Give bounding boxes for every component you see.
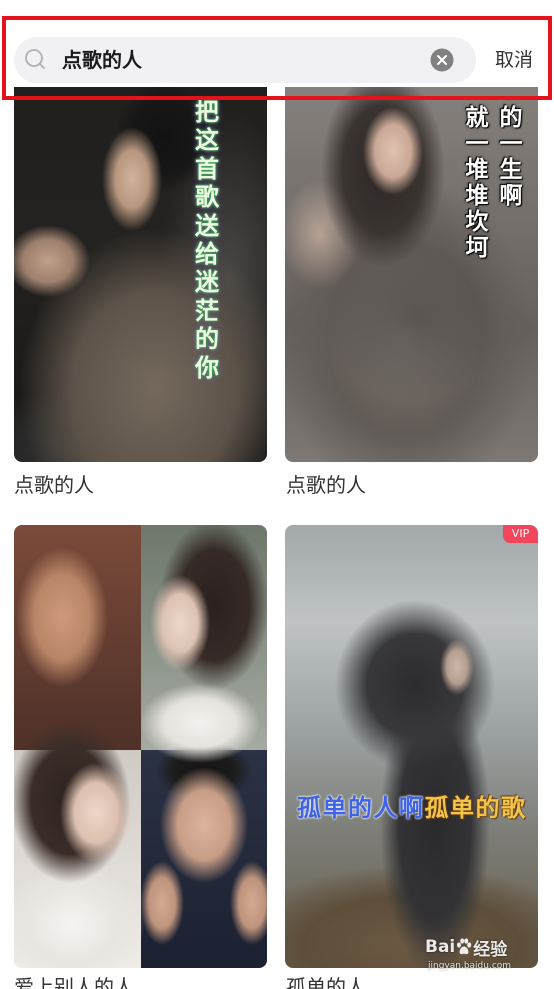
watermark-url: jingyan.baidu.com [428, 961, 512, 971]
search-results-page: 点歌的人 取消 把这首歌送给迷茫的你 点歌的人 就一堆堆坎坷 的一生啊 点歌的人… [0, 0, 554, 989]
baidu-jingyan-watermark: Bai 经验 jingyan.baidu.com [425, 936, 527, 973]
result-card[interactable]: 爱上别人的人 [14, 525, 267, 989]
result-title[interactable]: 点歌的人 [286, 471, 366, 499]
watermark-brand: Bai 经验 [425, 936, 508, 960]
result-card[interactable]: 孤单的人啊孤单的歌 VIP 孤单的人 [285, 525, 539, 989]
video-thumbnail[interactable]: 孤单的人啊孤单的歌 VIP [285, 525, 538, 968]
thumbnail-lyric-text: 的一生啊 [499, 104, 523, 209]
watermark-brand-suffix: 经验 [473, 939, 508, 960]
thumbnail-lyric-text: 孤单的人啊 [297, 793, 425, 822]
result-title[interactable]: 爱上别人的人 [14, 975, 134, 989]
thumbnail-lyric-line: 孤单的人啊孤单的歌 [297, 793, 527, 823]
vip-badge: VIP [503, 525, 538, 543]
thumbnail-lyric-text: 把这首歌送给迷茫的你 [195, 97, 219, 382]
watermark-brand-prefix: Bai [425, 937, 456, 957]
highlight-annotation [2, 16, 552, 100]
result-title[interactable]: 点歌的人 [14, 471, 94, 499]
result-title[interactable]: 孤单的人 [286, 975, 366, 989]
thumbnail-lyric-text: 孤单的歌 [424, 793, 527, 822]
thumbnail-lyric-text: 就一堆堆坎坷 [465, 104, 489, 261]
video-thumbnail[interactable] [14, 525, 267, 968]
paw-icon [457, 938, 472, 955]
